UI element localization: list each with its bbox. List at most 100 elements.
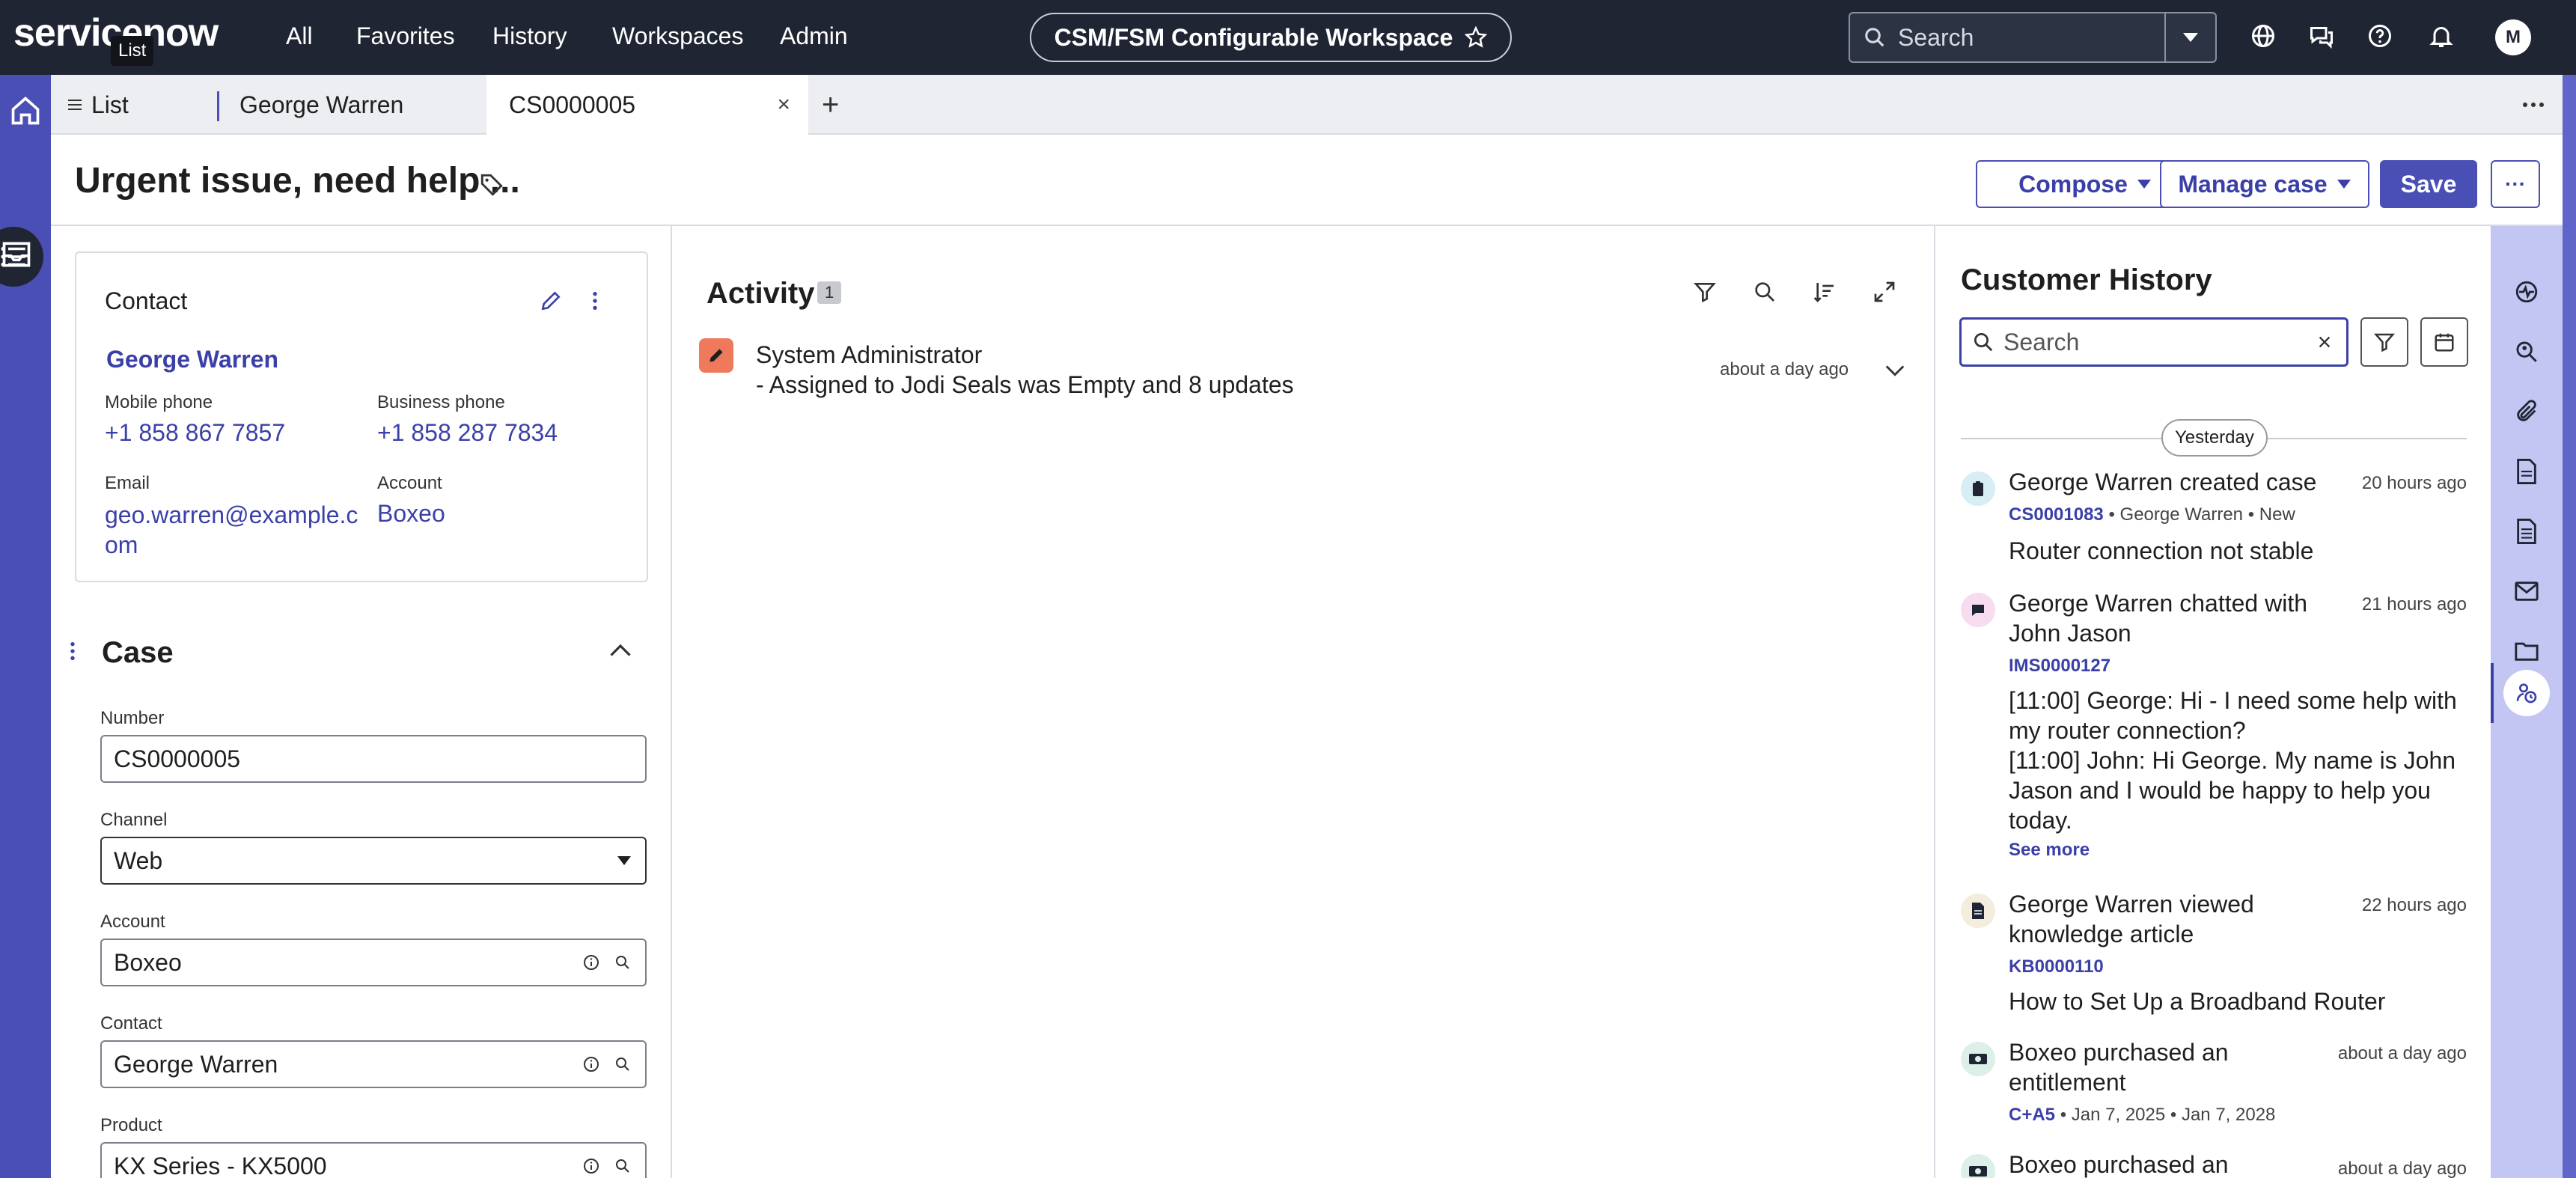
search-icon[interactable] bbox=[1753, 280, 1777, 304]
kebab-menu-icon[interactable] bbox=[590, 289, 600, 313]
manage-case-button[interactable]: Manage case bbox=[2160, 160, 2369, 208]
add-tab-button[interactable]: + bbox=[822, 75, 839, 135]
product-field[interactable]: KX Series - KX5000 bbox=[100, 1142, 647, 1178]
paperclip-icon[interactable] bbox=[2491, 382, 2563, 442]
search-icon[interactable] bbox=[614, 953, 632, 971]
chevron-down-icon[interactable] bbox=[2164, 13, 2215, 61]
page-title: Urgent issue, need help ... bbox=[75, 161, 520, 201]
nav-admin[interactable]: Admin bbox=[780, 22, 848, 50]
history-item-meta-text: • George Warren • New bbox=[2108, 504, 2295, 525]
number-field[interactable]: CS0000005 bbox=[100, 735, 647, 783]
chat-line-1: [11:00] George: Hi - I need some help wi… bbox=[2009, 687, 2457, 714]
history-item-title-line-2: John Jason bbox=[2009, 620, 2131, 647]
drag-handle-icon[interactable] bbox=[69, 639, 76, 663]
history-item-title-line-2: entitlement bbox=[2009, 1069, 2126, 1096]
nav-all[interactable]: All bbox=[286, 22, 313, 50]
history-search-input[interactable]: Search bbox=[2003, 329, 2316, 356]
contextual-side-panel bbox=[2491, 226, 2563, 1178]
activity-pulse-icon[interactable] bbox=[2491, 262, 2563, 322]
account-link[interactable]: Boxeo bbox=[377, 500, 445, 528]
contact-name-link[interactable]: George Warren bbox=[106, 346, 278, 373]
interaction-id-link[interactable]: IMS0000127 bbox=[2009, 656, 2110, 677]
chat-icon[interactable] bbox=[2308, 22, 2335, 49]
sort-icon[interactable] bbox=[1813, 280, 1837, 304]
tab-cs0000005[interactable]: CS0000005 × bbox=[486, 75, 808, 135]
list-document-icon[interactable] bbox=[2491, 501, 2563, 561]
search-icon[interactable] bbox=[614, 1055, 632, 1073]
email-line-1: geo.warren@example.c bbox=[105, 501, 358, 528]
page-scrollbar[interactable] bbox=[2563, 75, 2576, 1178]
tag-icon[interactable] bbox=[479, 172, 504, 198]
globe-icon[interactable] bbox=[2250, 22, 2277, 49]
mobile-phone-link[interactable]: +1 858 867 7857 bbox=[105, 419, 285, 447]
tab-george-warren[interactable]: George Warren × bbox=[239, 75, 524, 135]
history-item-title-line-1: George Warren chatted with bbox=[2009, 590, 2307, 617]
history-item-title[interactable]: George Warren viewed knowledge article bbox=[2009, 889, 2338, 949]
global-search[interactable]: Search bbox=[1849, 12, 2217, 63]
info-icon[interactable] bbox=[582, 1055, 600, 1073]
document-icon bbox=[1961, 894, 1995, 928]
workspace-pill[interactable]: CSM/FSM Configurable Workspace bbox=[1030, 13, 1512, 62]
channel-value: Web bbox=[114, 846, 163, 874]
history-item-title[interactable]: Boxeo purchased an entitlement bbox=[2009, 1037, 2323, 1097]
business-phone-link[interactable]: +1 858 287 7834 bbox=[377, 419, 558, 447]
top-navigation: servicenow List All Favorites History Wo… bbox=[0, 0, 2576, 75]
chevron-down-icon[interactable] bbox=[1884, 364, 1905, 377]
tab-george-warren-label: George Warren bbox=[239, 91, 404, 118]
activity-title: Activity bbox=[706, 277, 815, 310]
contact-heading: Contact bbox=[105, 287, 188, 314]
form-column: Contact George Warren Mobile phone +1 85… bbox=[51, 226, 672, 1178]
knowledge-article-link[interactable]: KB0000110 bbox=[2009, 956, 2104, 977]
search-icon bbox=[1864, 26, 1886, 49]
nav-history[interactable]: History bbox=[492, 22, 567, 50]
global-search-input[interactable]: Search bbox=[1898, 24, 2164, 52]
help-icon[interactable] bbox=[2366, 22, 2393, 49]
entitlement-id-link[interactable]: C+A5 bbox=[2009, 1105, 2055, 1125]
history-item-title[interactable]: Boxeo purchased an bbox=[2009, 1150, 2323, 1178]
chat-line-2: my router connection? bbox=[2009, 717, 2246, 744]
history-calendar-button[interactable] bbox=[2420, 317, 2468, 367]
history-item-title[interactable]: George Warren chatted with John Jason bbox=[2009, 588, 2338, 648]
history-filter-button[interactable] bbox=[2360, 317, 2408, 367]
chevron-up-icon[interactable] bbox=[609, 642, 632, 657]
channel-select[interactable]: Web bbox=[100, 837, 647, 885]
document-icon[interactable] bbox=[2491, 442, 2563, 501]
star-icon[interactable] bbox=[1465, 26, 1488, 49]
customer-history-icon[interactable] bbox=[2491, 663, 2563, 723]
edit-icon[interactable] bbox=[539, 289, 563, 313]
chat-line-4: Jason and I would be happy to help you bbox=[2009, 777, 2431, 804]
nav-favorites[interactable]: Favorites bbox=[356, 22, 455, 50]
bell-icon[interactable] bbox=[2428, 22, 2455, 49]
search-icon bbox=[1972, 331, 1994, 353]
caret-down-icon bbox=[2137, 180, 2151, 189]
email-link[interactable]: geo.warren@example.c om bbox=[105, 500, 358, 560]
nav-workspaces[interactable]: Workspaces bbox=[612, 22, 743, 50]
filter-icon[interactable] bbox=[1693, 280, 1717, 304]
home-icon[interactable] bbox=[0, 81, 51, 141]
user-avatar[interactable]: M bbox=[2495, 19, 2531, 55]
contact-field[interactable]: George Warren bbox=[100, 1040, 647, 1088]
email-icon[interactable] bbox=[2491, 561, 2563, 621]
history-item-meta-text: • Jan 7, 2025 • Jan 7, 2028 bbox=[2060, 1105, 2276, 1125]
close-icon[interactable]: × bbox=[777, 92, 790, 118]
case-id-link[interactable]: CS0001083 bbox=[2009, 504, 2104, 525]
tab-list[interactable]: List bbox=[66, 75, 216, 135]
more-icon[interactable] bbox=[2522, 75, 2545, 135]
history-item-time: 20 hours ago bbox=[2361, 473, 2467, 493]
expand-icon[interactable] bbox=[1873, 280, 1896, 304]
number-value: CS0000005 bbox=[114, 745, 241, 772]
see-more-link[interactable]: See more bbox=[2009, 840, 2090, 861]
search-person-icon[interactable] bbox=[2491, 322, 2563, 382]
inbox-icon[interactable] bbox=[0, 225, 46, 284]
search-icon[interactable] bbox=[614, 1157, 632, 1175]
info-icon[interactable] bbox=[582, 953, 600, 971]
info-icon[interactable] bbox=[582, 1157, 600, 1175]
list-icon bbox=[66, 96, 84, 114]
history-item-title[interactable]: George Warren created case bbox=[2009, 467, 2338, 497]
save-button[interactable]: Save bbox=[2380, 160, 2477, 208]
caret-down-icon bbox=[617, 855, 632, 866]
history-search[interactable]: Search bbox=[1959, 317, 2348, 367]
more-actions-button[interactable]: ··· bbox=[2491, 160, 2540, 208]
clear-icon[interactable] bbox=[2316, 334, 2333, 350]
account-field[interactable]: Boxeo bbox=[100, 939, 647, 986]
